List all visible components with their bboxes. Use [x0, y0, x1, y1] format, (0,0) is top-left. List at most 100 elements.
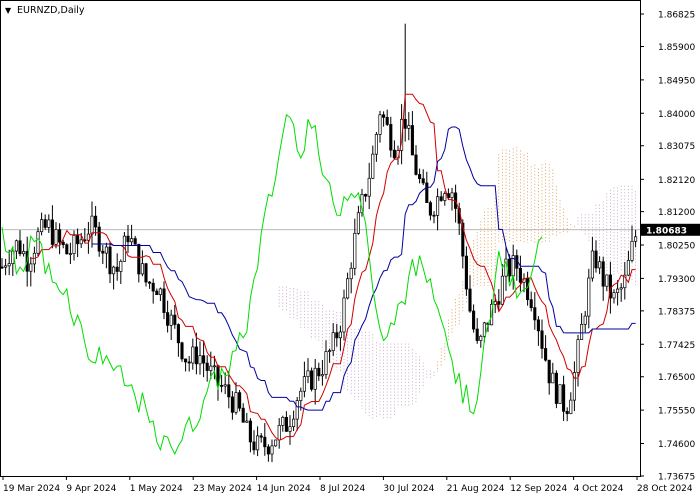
candle-body: [180, 342, 184, 360]
chart-title[interactable]: ▼ EURNZD,Daily: [5, 5, 85, 16]
time-axis[interactable]: 19 Mar 2024 9 Apr 2024 1 May 2024 23 May 20…: [2, 476, 693, 494]
candle-body: [292, 418, 296, 427]
candle-body: [464, 255, 468, 290]
candle-body: [263, 436, 267, 448]
candle-body: [209, 365, 213, 371]
candle-body: [126, 235, 130, 243]
x-tick-label: 4 Oct 2024: [574, 484, 624, 494]
candle-body: [108, 246, 112, 275]
candle-body: [389, 124, 393, 151]
x-tick-label: 23 May 2024: [193, 484, 252, 494]
candle-body: [68, 253, 72, 255]
candle-body: [421, 178, 425, 184]
y-tick-label: 1.75550: [658, 407, 695, 417]
candle-body: [414, 154, 418, 175]
x-tick-label: 1 May 2024: [130, 484, 183, 494]
candle-body: [184, 358, 188, 363]
candle-body: [472, 310, 476, 330]
candle-body: [612, 292, 616, 299]
chart-canvas[interactable]: 1.86825 1.85900 1.84950 1.84000 1.83075 1.821…: [0, 0, 700, 500]
candle-body: [371, 153, 375, 179]
candle-body: [436, 196, 440, 216]
candle-body: [367, 177, 371, 197]
candle-body: [205, 362, 209, 371]
candle-body: [119, 260, 123, 272]
x-tick-label: 19 Mar 2024: [3, 484, 60, 494]
candle-body: [324, 351, 328, 375]
candle-body: [158, 288, 162, 295]
candle-body: [587, 277, 591, 317]
candle-body: [331, 332, 335, 351]
candle-body: [94, 215, 98, 228]
candle-body: [173, 314, 177, 325]
candle-body: [428, 202, 432, 216]
candle-body: [508, 258, 512, 277]
candle-body: [137, 243, 141, 275]
candle-body: [115, 266, 119, 272]
candle-body: [364, 194, 368, 197]
x-tick-label: 8 Jul 2024: [320, 484, 365, 494]
menu-triangle-icon[interactable]: ▼: [5, 6, 12, 15]
candle-body: [590, 250, 594, 279]
candle-body: [259, 435, 263, 438]
candle-body: [202, 355, 206, 364]
candle-body: [356, 212, 360, 234]
candle-body: [238, 392, 242, 409]
price-axis[interactable]: 1.86825 1.85900 1.84950 1.84000 1.83075 1.821…: [640, 11, 695, 483]
y-tick-label: 1.82120: [658, 176, 695, 186]
candle-body: [72, 235, 76, 254]
candle-body: [306, 370, 310, 377]
candle-body: [151, 282, 155, 292]
candle-body: [583, 315, 587, 325]
x-tick-label: 28 Oct 2024: [637, 484, 693, 494]
candle-body: [187, 361, 191, 364]
candle-body: [104, 246, 108, 254]
candle-body: [544, 348, 548, 361]
candlesticks[interactable]: [0, 23, 638, 463]
chart-frame: [0, 0, 641, 477]
candle-body: [418, 174, 422, 180]
candle-body: [223, 384, 227, 387]
candle-body: [403, 118, 407, 129]
candle-body: [76, 235, 80, 245]
candle-body: [497, 301, 501, 305]
candle-body: [252, 441, 256, 451]
candle-body: [605, 274, 609, 287]
price-chart[interactable]: 1.86825 1.85900 1.84950 1.84000 1.83075 1.821…: [0, 0, 700, 500]
candle-body: [547, 359, 551, 384]
candle-body: [335, 332, 339, 339]
candle-body: [619, 287, 623, 290]
y-tick-label: 1.79300: [658, 275, 695, 285]
y-tick-label: 1.76500: [658, 373, 695, 383]
candle-body: [245, 420, 249, 423]
candle-body: [425, 182, 429, 203]
candle-body: [450, 192, 454, 198]
candle-body: [155, 290, 159, 295]
candle-body: [554, 372, 558, 404]
candle-body: [162, 288, 166, 313]
candle-body: [36, 231, 40, 254]
candle-body: [601, 261, 605, 287]
x-tick-label: 14 Jun 2024: [257, 484, 311, 494]
candle-body: [569, 399, 573, 415]
candle-body: [43, 219, 47, 228]
candle-body: [0, 266, 4, 269]
candle-body: [198, 355, 202, 365]
candle-body: [47, 219, 51, 228]
candle-body: [281, 417, 285, 426]
candle-body: [526, 278, 530, 301]
current-price-label: 1.80683: [641, 223, 700, 236]
ichimoku-lines: [1, 93, 636, 456]
x-tick-label: 9 Apr 2024: [66, 484, 116, 494]
candle-body: [220, 384, 224, 387]
candle-body: [353, 232, 357, 269]
candle-body: [7, 263, 11, 267]
candle-body: [140, 263, 144, 275]
candle-body: [101, 250, 105, 254]
candle-body: [338, 331, 342, 339]
y-tick-label: 1.84950: [658, 76, 695, 86]
candle-body: [29, 263, 33, 272]
candle-body: [248, 420, 252, 443]
candle-body: [558, 384, 562, 404]
candle-body: [230, 396, 234, 413]
